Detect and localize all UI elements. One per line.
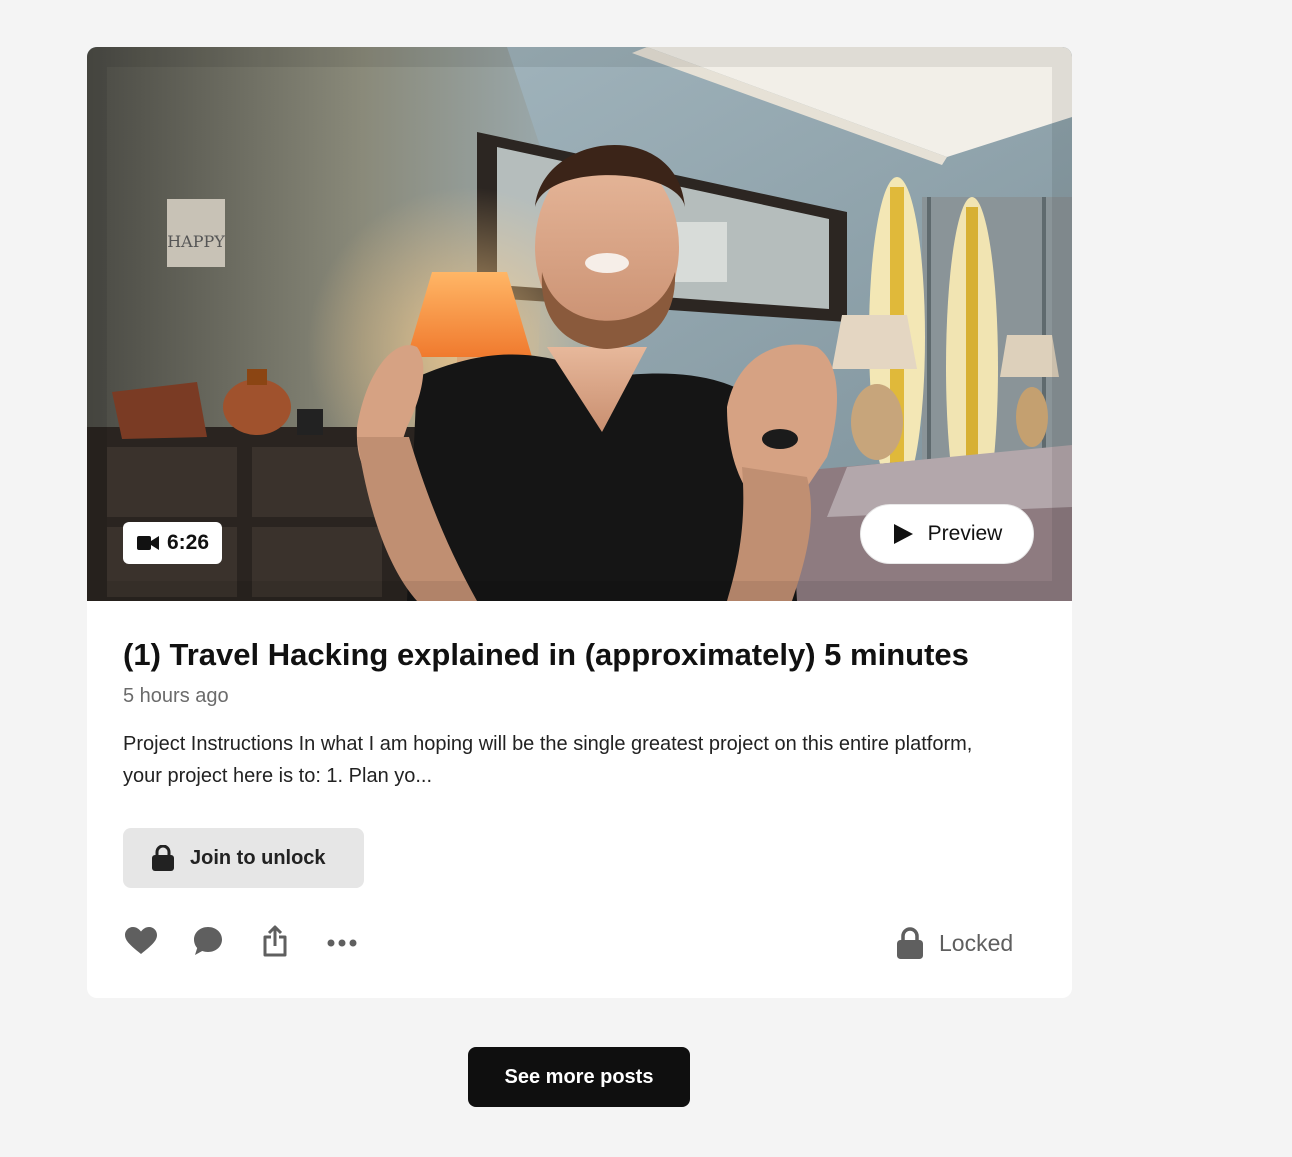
join-to-unlock-label: Join to unlock [190,846,326,869]
more-options-button[interactable] [324,925,360,961]
locked-status: Locked [897,923,1013,963]
locked-label: Locked [939,929,1014,956]
post-thumbnail[interactable]: HAPPY 6:26 Preview [87,47,1072,601]
like-button[interactable] [123,925,159,961]
preview-button[interactable]: Preview [860,504,1034,564]
play-icon [892,523,914,545]
join-to-unlock-button[interactable]: Join to unlock [123,828,364,888]
more-icon [327,934,357,952]
decor-sign: HAPPY [167,232,225,251]
video-duration: 6:26 [167,531,210,554]
post-card: HAPPY 6:26 Preview (1) Travel Hacking ex… [87,47,1072,998]
video-camera-icon [137,535,159,551]
comment-button[interactable] [190,925,226,961]
preview-label: Preview [927,522,1003,545]
lock-icon [152,845,174,871]
post-timestamp: 5 hours ago [123,685,229,707]
lock-icon [897,927,923,959]
video-duration-badge: 6:26 [123,522,223,564]
share-icon [262,925,288,962]
heart-icon [125,926,157,960]
comment-icon [193,926,223,961]
post-title[interactable]: (1) Travel Hacking explained in (approxi… [123,637,1043,673]
post-excerpt: Project Instructions In what I am hoping… [123,733,973,787]
see-more-posts-button[interactable]: See more posts [468,1047,690,1107]
share-button[interactable] [257,925,293,961]
